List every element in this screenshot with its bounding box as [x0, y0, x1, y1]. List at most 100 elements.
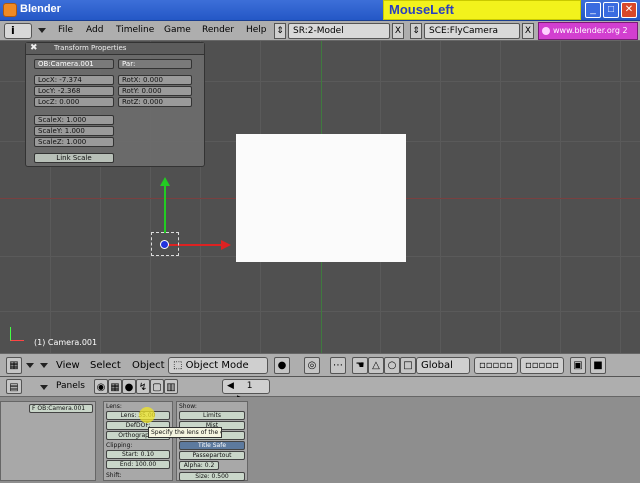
header-menu-toggle-icon[interactable] — [40, 363, 48, 368]
cube-icon: ⬚ — [173, 360, 183, 371]
minimize-button[interactable]: _ — [585, 2, 601, 18]
frame-left-arrow-icon[interactable]: ◀ — [227, 381, 234, 391]
layer-buttons-left[interactable]: ▫▫▫▫▫ — [474, 357, 518, 374]
maximize-button[interactable]: □ — [603, 2, 619, 18]
scale-manipulator[interactable]: □ — [400, 357, 416, 374]
square-icon: □ — [403, 360, 413, 371]
scale-x-field[interactable]: ScaleX: 1.000 — [34, 115, 114, 125]
browse-icon: ⇕ — [276, 26, 284, 36]
panel-title: Transform Properties — [54, 44, 127, 52]
object-center-icon[interactable] — [160, 240, 169, 249]
rot-x-field[interactable]: RotX: 0.000 — [118, 75, 192, 85]
scene-name-field[interactable]: SCE:FlyCamera — [424, 23, 520, 39]
manipulator-toggle[interactable]: ☚ — [352, 357, 368, 374]
size-field[interactable]: Size: 0.500 — [179, 472, 245, 481]
buttons-header-collapse-icon[interactable] — [40, 385, 48, 390]
transform-widget-y-axis[interactable] — [164, 183, 166, 233]
translate-manipulator[interactable]: △ — [368, 357, 384, 374]
object-name-field[interactable]: F OB:Camera.001 — [29, 404, 93, 413]
menu-help[interactable]: Help — [246, 25, 267, 35]
transform-properties-panel: ✖ Transform Properties OB:Camera.001 Par… — [25, 42, 205, 167]
transform-widget-x-arrow-icon[interactable] — [221, 240, 231, 250]
info-window-type-button[interactable]: i — [4, 23, 32, 39]
menu-view[interactable]: View — [56, 360, 80, 371]
menu-game[interactable]: Game — [164, 25, 191, 35]
orientation-selector[interactable]: Global — [416, 357, 470, 374]
logic-context-button[interactable]: ◉ — [94, 379, 108, 394]
transform-widget-y-arrow-icon[interactable] — [160, 177, 170, 186]
grid-line — [0, 311, 640, 312]
render-preview-button[interactable]: ■ — [590, 357, 606, 374]
grid-line — [500, 41, 501, 353]
mouse-action-indicator: MouseLeft — [383, 0, 581, 20]
circle-icon: ○ — [387, 360, 397, 371]
rot-y-field[interactable]: RotY: 0.000 — [118, 86, 192, 96]
object-context-button[interactable]: ↯ — [136, 379, 150, 394]
grid-line — [440, 41, 441, 353]
panel-header[interactable]: ✖ Transform Properties — [26, 43, 204, 55]
scene-delete-button[interactable]: X — [522, 23, 534, 39]
rotate-manipulator[interactable]: ○ — [384, 357, 400, 374]
clip-end-field[interactable]: End: 100.00 — [106, 460, 170, 469]
camera-icon: ■ — [593, 360, 603, 371]
sphere-icon: ● — [277, 360, 287, 371]
layer-buttons-right[interactable]: ▫▫▫▫▫ — [520, 357, 564, 374]
screen-browse-button[interactable]: ⇕ — [274, 23, 286, 39]
draw-type-button[interactable]: ● — [274, 357, 290, 374]
camera-lens-panel: Lens: Lens: 35.00 DefDOF: Orthographic C… — [103, 401, 173, 481]
scene-context-button[interactable]: ▥ — [164, 379, 178, 394]
header-collapse-icon[interactable] — [26, 363, 34, 368]
pivot-button[interactable]: ◎ — [304, 357, 320, 374]
frame-value: 1 — [246, 381, 253, 391]
shading-context-button[interactable]: ● — [122, 379, 136, 394]
blender-logo-icon — [3, 3, 17, 17]
scale-y-field[interactable]: ScaleY: 1.000 — [34, 126, 114, 136]
mode-selector[interactable]: ⬚ Object Mode — [168, 357, 268, 374]
menu-collapse-icon[interactable] — [38, 28, 46, 33]
triangle-icon: △ — [372, 360, 380, 371]
clip-start-field[interactable]: Start: 0.10 — [106, 450, 170, 459]
close-button[interactable]: ✕ — [621, 2, 637, 18]
mode-label: Object Mode — [185, 360, 249, 371]
script-context-button[interactable]: ▦ — [108, 379, 122, 394]
object-name-field[interactable]: OB:Camera.001 — [34, 59, 114, 69]
menu-timeline[interactable]: Timeline — [116, 25, 154, 35]
show-limits-toggle[interactable]: Limits — [179, 411, 245, 420]
menu-add[interactable]: Add — [86, 25, 103, 35]
snap-icon: ⋯ — [333, 360, 343, 371]
active-object-label: (1) Camera.001 — [34, 338, 98, 347]
link-scale-button[interactable]: Link Scale — [34, 153, 114, 163]
menu-file[interactable]: File — [58, 25, 73, 35]
scale-z-field[interactable]: ScaleZ: 1.000 — [34, 137, 114, 147]
hand-icon: ☚ — [355, 360, 365, 371]
blender-url-link[interactable]: www.blender.org 2 — [538, 22, 638, 40]
alpha-slider[interactable]: Alpha: 0.2 — [179, 461, 219, 470]
title-safe-toggle[interactable]: Title Safe — [179, 441, 245, 450]
loc-x-field[interactable]: LocX: -7.374 — [34, 75, 114, 85]
menu-render[interactable]: Render — [202, 25, 234, 35]
menu-select[interactable]: Select — [90, 360, 121, 371]
browse-icon: ⇕ — [412, 26, 420, 36]
window-type-button[interactable]: ▦ — [6, 357, 22, 374]
scene-icon: ▥ — [166, 382, 176, 393]
editing-context-button[interactable]: ▢ — [150, 379, 164, 394]
layers-icon: ▫▫▫▫▫ — [479, 360, 513, 371]
parent-field[interactable]: Par: — [118, 59, 192, 69]
3d-view-header: ▦ View Select Object ⬚ Object Mode ● ◎ ⋯… — [0, 353, 640, 377]
buttons-window-type-button[interactable]: ▤ — [6, 379, 22, 394]
panel-close-icon[interactable]: ✖ — [30, 43, 38, 53]
passepartout-toggle[interactable]: Passepartout — [179, 451, 245, 460]
shading-icon: ● — [124, 382, 134, 393]
lens-value-field[interactable]: Lens: 35.00 — [106, 411, 170, 420]
snap-button[interactable]: ⋯ — [330, 357, 346, 374]
frame-counter[interactable]: ◀ 1 ▶ — [222, 379, 270, 404]
loc-y-field[interactable]: LocY: -2.368 — [34, 86, 114, 96]
rot-z-field[interactable]: RotZ: 0.000 — [118, 97, 192, 107]
screen-name-field[interactable]: SR:2-Model — [288, 23, 390, 39]
scene-browse-button[interactable]: ⇕ — [410, 23, 422, 39]
panels-label[interactable]: Panels — [56, 381, 85, 391]
lock-layers-button[interactable]: ▣ — [570, 357, 586, 374]
loc-z-field[interactable]: LocZ: 0.000 — [34, 97, 114, 107]
menu-object[interactable]: Object — [132, 360, 165, 371]
screen-delete-button[interactable]: X — [392, 23, 404, 39]
